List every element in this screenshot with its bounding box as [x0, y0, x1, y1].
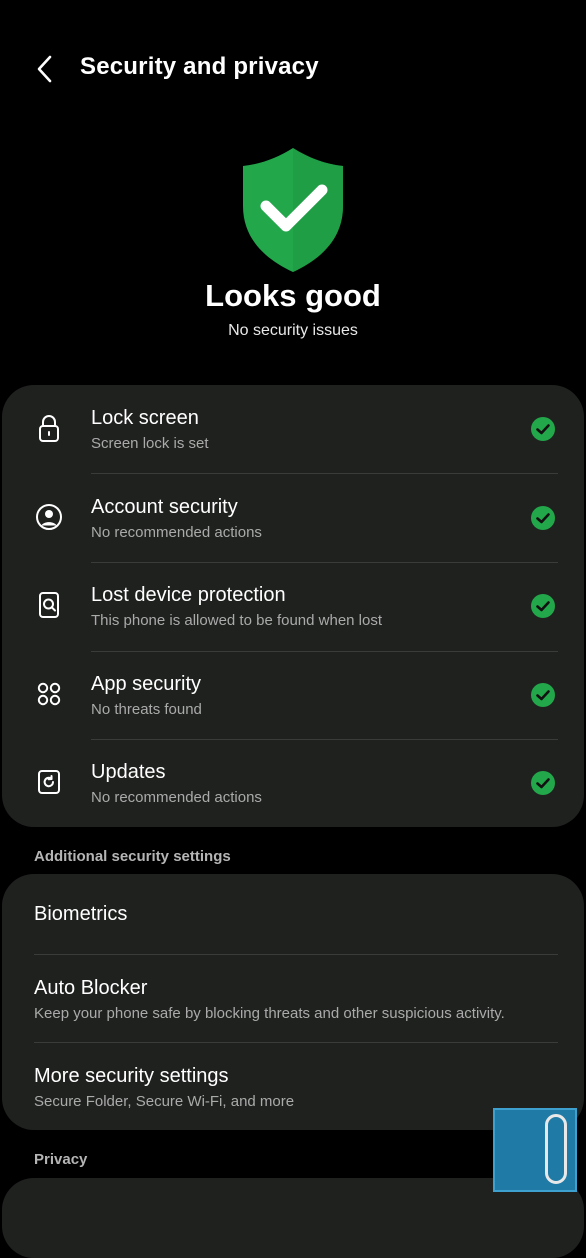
updates-label: Updates [91, 761, 166, 783]
account-icon [36, 504, 62, 530]
app-security-item[interactable]: App security No threats found [2, 651, 584, 739]
account-security-label: Account security [91, 496, 238, 518]
lock-screen-item[interactable]: Lock screen Screen lock is set [2, 385, 584, 473]
status-title: Looks good [205, 278, 381, 313]
check-circle-icon [531, 771, 555, 795]
page-title: Security and privacy [80, 53, 319, 80]
updates-sub: No recommended actions [91, 789, 262, 806]
account-security-sub: No recommended actions [91, 524, 262, 541]
biometrics-label: Biometrics [34, 903, 128, 925]
find-device-icon [39, 592, 59, 618]
lock-icon [39, 415, 59, 442]
status-subtitle: No security issues [228, 322, 358, 339]
back-arrow-icon [37, 55, 52, 83]
security-status-card: Lock screen Screen lock is set Account s… [2, 385, 584, 827]
back-button[interactable] [26, 50, 64, 88]
lost-device-label: Lost device protection [91, 584, 286, 606]
check-circle-icon [531, 683, 555, 707]
additional-settings-card: Biometrics Auto Blocker Keep your phone … [2, 874, 584, 1130]
check-circle-icon [531, 594, 555, 618]
more-security-settings-label: More security settings [34, 1065, 229, 1087]
lost-device-item[interactable]: Lost device protection This phone is all… [2, 562, 584, 650]
more-security-settings-sub: Secure Folder, Secure Wi-Fi, and more [34, 1093, 295, 1110]
apps-icon [37, 682, 61, 706]
lock-screen-sub: Screen lock is set [91, 435, 209, 452]
auto-blocker-sub: Keep your phone safe by blocking threats… [34, 1005, 505, 1022]
scroll-bar-icon [545, 1114, 567, 1184]
updates-item[interactable]: Updates No recommended actions [2, 739, 584, 827]
scroll-thumb[interactable] [493, 1108, 577, 1192]
account-security-item[interactable]: Account security No recommended actions [2, 474, 584, 562]
check-circle-icon [531, 506, 555, 530]
check-circle-icon [531, 417, 555, 441]
privacy-section-title: Privacy [34, 1151, 88, 1168]
auto-blocker-label: Auto Blocker [34, 977, 148, 999]
app-security-label: App security [91, 673, 202, 695]
shield-check-icon [243, 148, 343, 272]
app-header: Security and privacy [0, 0, 586, 140]
update-icon [38, 770, 60, 794]
biometrics-item[interactable]: Biometrics [2, 874, 584, 954]
status-hero: Looks good No security issues [0, 140, 586, 360]
auto-blocker-item[interactable]: Auto Blocker Keep your phone safe by blo… [2, 955, 584, 1043]
app-security-sub: No threats found [91, 701, 202, 718]
lost-device-sub: This phone is allowed to be found when l… [91, 612, 383, 629]
lock-screen-label: Lock screen [91, 407, 199, 429]
additional-section-title: Additional security settings [34, 848, 231, 865]
